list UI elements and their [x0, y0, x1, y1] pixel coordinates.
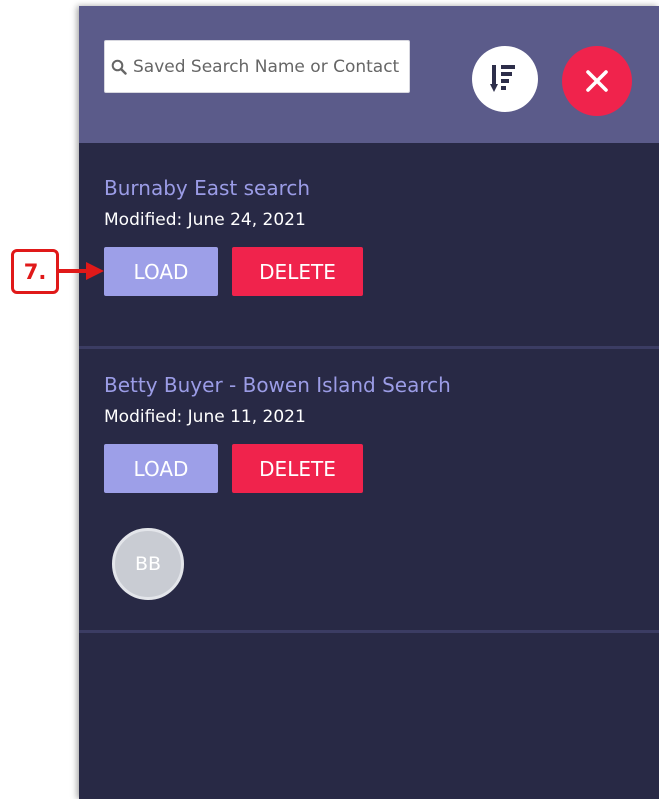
sort-descending-icon: [490, 65, 515, 92]
load-button[interactable]: LOAD: [104, 444, 218, 493]
saved-search-title[interactable]: Burnaby East search: [104, 176, 310, 200]
close-icon: [586, 70, 608, 92]
search-icon: [111, 59, 127, 75]
item-divider: [79, 346, 659, 349]
item-divider: [79, 630, 659, 633]
delete-button[interactable]: DELETE: [232, 444, 363, 493]
sort-button[interactable]: [472, 46, 538, 112]
panel-header: [79, 6, 659, 143]
delete-button[interactable]: DELETE: [232, 247, 363, 296]
callout-arrow-icon: [58, 262, 104, 280]
load-button[interactable]: LOAD: [104, 247, 218, 296]
search-input[interactable]: [131, 55, 405, 78]
saved-searches-panel: Burnaby East search Modified: June 24, 2…: [79, 6, 659, 799]
step-callout-badge: 7.: [11, 249, 59, 294]
modified-date: Modified: June 24, 2021: [104, 210, 306, 230]
contact-avatar[interactable]: BB: [112, 528, 184, 600]
search-box[interactable]: [104, 40, 410, 93]
modified-date: Modified: June 11, 2021: [104, 407, 306, 427]
close-button[interactable]: [562, 46, 632, 116]
saved-search-title[interactable]: Betty Buyer - Bowen Island Search: [104, 373, 451, 397]
